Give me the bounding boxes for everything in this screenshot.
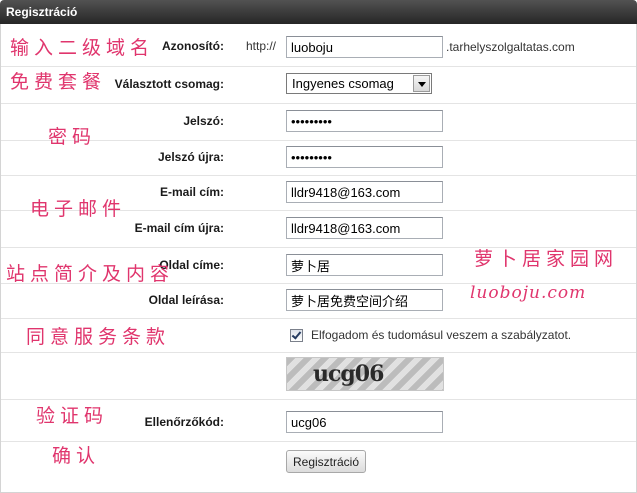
annotation-confirm: 确认 [52,445,101,467]
password-label: Jelszó: [183,114,224,128]
url-prefix: http:// [246,39,277,53]
annotation-package: 免费套餐 [10,71,107,93]
register-button[interactable]: Regisztráció [286,450,366,473]
email-input[interactable] [286,181,443,203]
package-label: Választott csomag: [114,77,224,91]
checkmark-icon [291,329,302,340]
site-description-label: Oldal leírása: [148,293,224,307]
package-select[interactable]: Ingyenes csomag [286,73,432,94]
subdomain-input[interactable] [286,36,443,58]
row-divider [1,175,636,176]
chevron-down-icon [418,82,426,87]
annotation-site-name: 萝卜居家园网 [474,248,619,270]
email-repeat-label: E-mail cím újra: [134,221,224,235]
password-repeat-label: Jelszó újra: [157,150,224,164]
dropdown-button[interactable] [413,75,430,92]
email-label: E-mail cím: [159,185,224,199]
title-bar: Regisztráció [0,0,637,24]
domain-suffix: .tarhelyszolgaltatas.com [446,40,575,54]
email-repeat-input[interactable] [286,217,443,239]
annotation-subdomain: 输入二级域名 [10,37,155,59]
row-divider [1,399,636,400]
terms-label: Elfogadom és tudomásul veszem a szabályz… [311,328,572,342]
annotation-email: 电子邮件 [30,198,127,220]
captcha-code: ucg06 [313,361,384,387]
row-divider [1,318,636,319]
annotation-captcha: 验证码 [36,405,109,427]
subdomain-label: Azonosító: [162,39,224,53]
registration-window: Regisztráció Azonosító: http:// .tarhely… [0,0,637,493]
captcha-image: ucg06 [286,357,444,391]
annotation-password: 密码 [48,126,97,148]
row-divider [1,441,636,442]
site-description-input[interactable] [286,289,443,311]
annotation-terms: 同意服务条款 [26,326,171,348]
terms-checkbox[interactable] [290,329,303,342]
site-title-input[interactable] [286,254,443,276]
row-divider [1,66,636,67]
window-title: Regisztráció [6,5,78,19]
annotation-site-info: 站点简介及内容 [6,263,175,285]
row-divider [1,352,636,353]
annotation-site-url: luoboju.com [470,283,587,303]
password-input[interactable] [286,110,443,132]
verification-label: Ellenőrzőkód: [144,415,224,429]
row-divider [1,103,636,104]
package-selected-value: Ingyenes csomag [292,76,394,91]
row-divider [1,140,636,141]
password-repeat-input[interactable] [286,146,443,168]
verification-input[interactable] [286,411,443,433]
